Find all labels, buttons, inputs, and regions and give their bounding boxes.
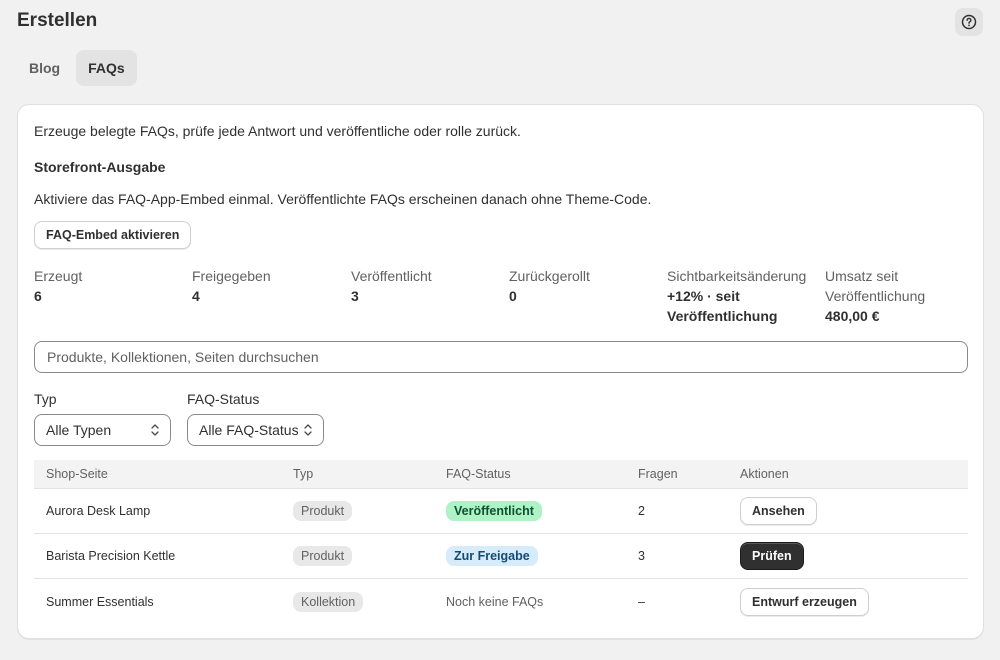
review-button[interactable]: Prüfen (740, 542, 804, 570)
search-placeholder: Produkte, Kollektionen, Seiten durchsuch… (47, 349, 319, 365)
stat-label: Umsatz seit (825, 268, 899, 284)
stat-value: 4 (192, 288, 200, 304)
activate-embed-button[interactable]: FAQ-Embed aktivieren (34, 221, 192, 249)
page-name: Barista Precision Kettle (46, 549, 176, 563)
page-name: Summer Essentials (46, 594, 154, 609)
page-title: Erstellen (17, 10, 98, 31)
stat-approved: Freigegeben 4 (192, 266, 271, 306)
status-badge: Zur Freigabe (446, 546, 538, 566)
page: Erstellen Blog FAQs Erzeuge belegte FAQs… (0, 0, 1000, 660)
header-page: Shop-Seite (46, 467, 108, 481)
stat-value: Veröffentlichung (667, 308, 778, 324)
section-description: Aktiviere das FAQ-App-Embed einmal. Verö… (34, 191, 652, 207)
header-actions: Aktionen (740, 467, 789, 481)
question-count: 3 (638, 549, 645, 563)
stat-value: 0 (509, 288, 517, 304)
faq-table: Shop-Seite Typ FAQ-Status Fragen Aktione… (34, 460, 968, 624)
stat-label: Freigegeben (192, 268, 271, 284)
table-header: Shop-Seite Typ FAQ-Status Fragen Aktione… (34, 460, 968, 489)
status-select-value: Alle FAQ-Status (199, 422, 299, 438)
select-chevron-icon (151, 424, 159, 436)
stat-label: Sichtbarkeitsänderung (667, 268, 807, 284)
status-filter: FAQ-Status Alle FAQ-Status (187, 390, 324, 446)
search-input[interactable]: Produkte, Kollektionen, Seiten durchsuch… (34, 341, 968, 373)
type-filter-label: Typ (34, 391, 57, 407)
select-chevron-icon (304, 424, 312, 436)
table-row: Barista Precision Kettle Produkt Zur Fre… (34, 534, 968, 579)
tab-bar: Blog FAQs (17, 50, 137, 86)
help-button[interactable] (955, 8, 983, 36)
status-select[interactable]: Alle FAQ-Status (187, 414, 324, 446)
page-name: Aurora Desk Lamp (46, 504, 151, 518)
stat-generated: Erzeugt 6 (34, 266, 82, 306)
stat-label: Veröffentlicht (351, 268, 432, 284)
stat-value: +12% · seit (667, 288, 740, 304)
view-button[interactable]: Ansehen (740, 497, 817, 525)
intro-text: Erzeuge belegte FAQs, prüfe jede Antwort… (34, 123, 521, 139)
stat-published: Veröffentlicht 3 (351, 266, 432, 306)
type-select-value: Alle Typen (46, 422, 112, 438)
stat-value: 480,00 € (825, 308, 880, 324)
tab-faqs[interactable]: FAQs (76, 50, 137, 86)
faq-card: Erzeuge belegte FAQs, prüfe jede Antwort… (17, 104, 984, 639)
status-badge: Veröffentlicht (446, 501, 542, 521)
status-text: Noch keine FAQs (446, 594, 544, 609)
header-type: Typ (293, 467, 314, 481)
stat-label: Erzeugt (34, 268, 83, 284)
question-count: – (638, 594, 645, 609)
header-questions: Fragen (638, 467, 678, 481)
stat-label: Zurückgerollt (509, 268, 590, 284)
type-filter: Typ Alle Typen (34, 390, 171, 446)
type-tag: Kollektion (293, 591, 364, 612)
section-title: Storefront-Ausgabe (34, 159, 166, 175)
stat-visibility-change: Sichtbarkeitsänderung +12% · seit Veröff… (667, 266, 806, 326)
table-row: Aurora Desk Lamp Produkt Veröffentlicht … (34, 489, 968, 534)
table-row: Summer Essentials Kollektion Noch keine … (34, 579, 968, 624)
stat-rolled-back: Zurückgerollt 0 (509, 266, 590, 306)
tab-blog[interactable]: Blog (17, 50, 72, 86)
type-select[interactable]: Alle Typen (34, 414, 171, 446)
type-tag: Produkt (293, 501, 353, 521)
stat-label: Veröffentlichung (825, 288, 926, 304)
generate-draft-button[interactable]: Entwurf erzeugen (740, 587, 869, 616)
question-circle-icon (961, 14, 977, 30)
header-status: FAQ-Status (446, 467, 511, 481)
status-filter-label: FAQ-Status (187, 391, 260, 407)
question-count: 2 (638, 504, 645, 518)
stat-revenue: Umsatz seit Veröffentlichung 480,00 € (825, 266, 925, 326)
type-tag: Produkt (293, 546, 353, 566)
stat-value: 6 (34, 288, 42, 304)
stat-value: 3 (351, 288, 359, 304)
